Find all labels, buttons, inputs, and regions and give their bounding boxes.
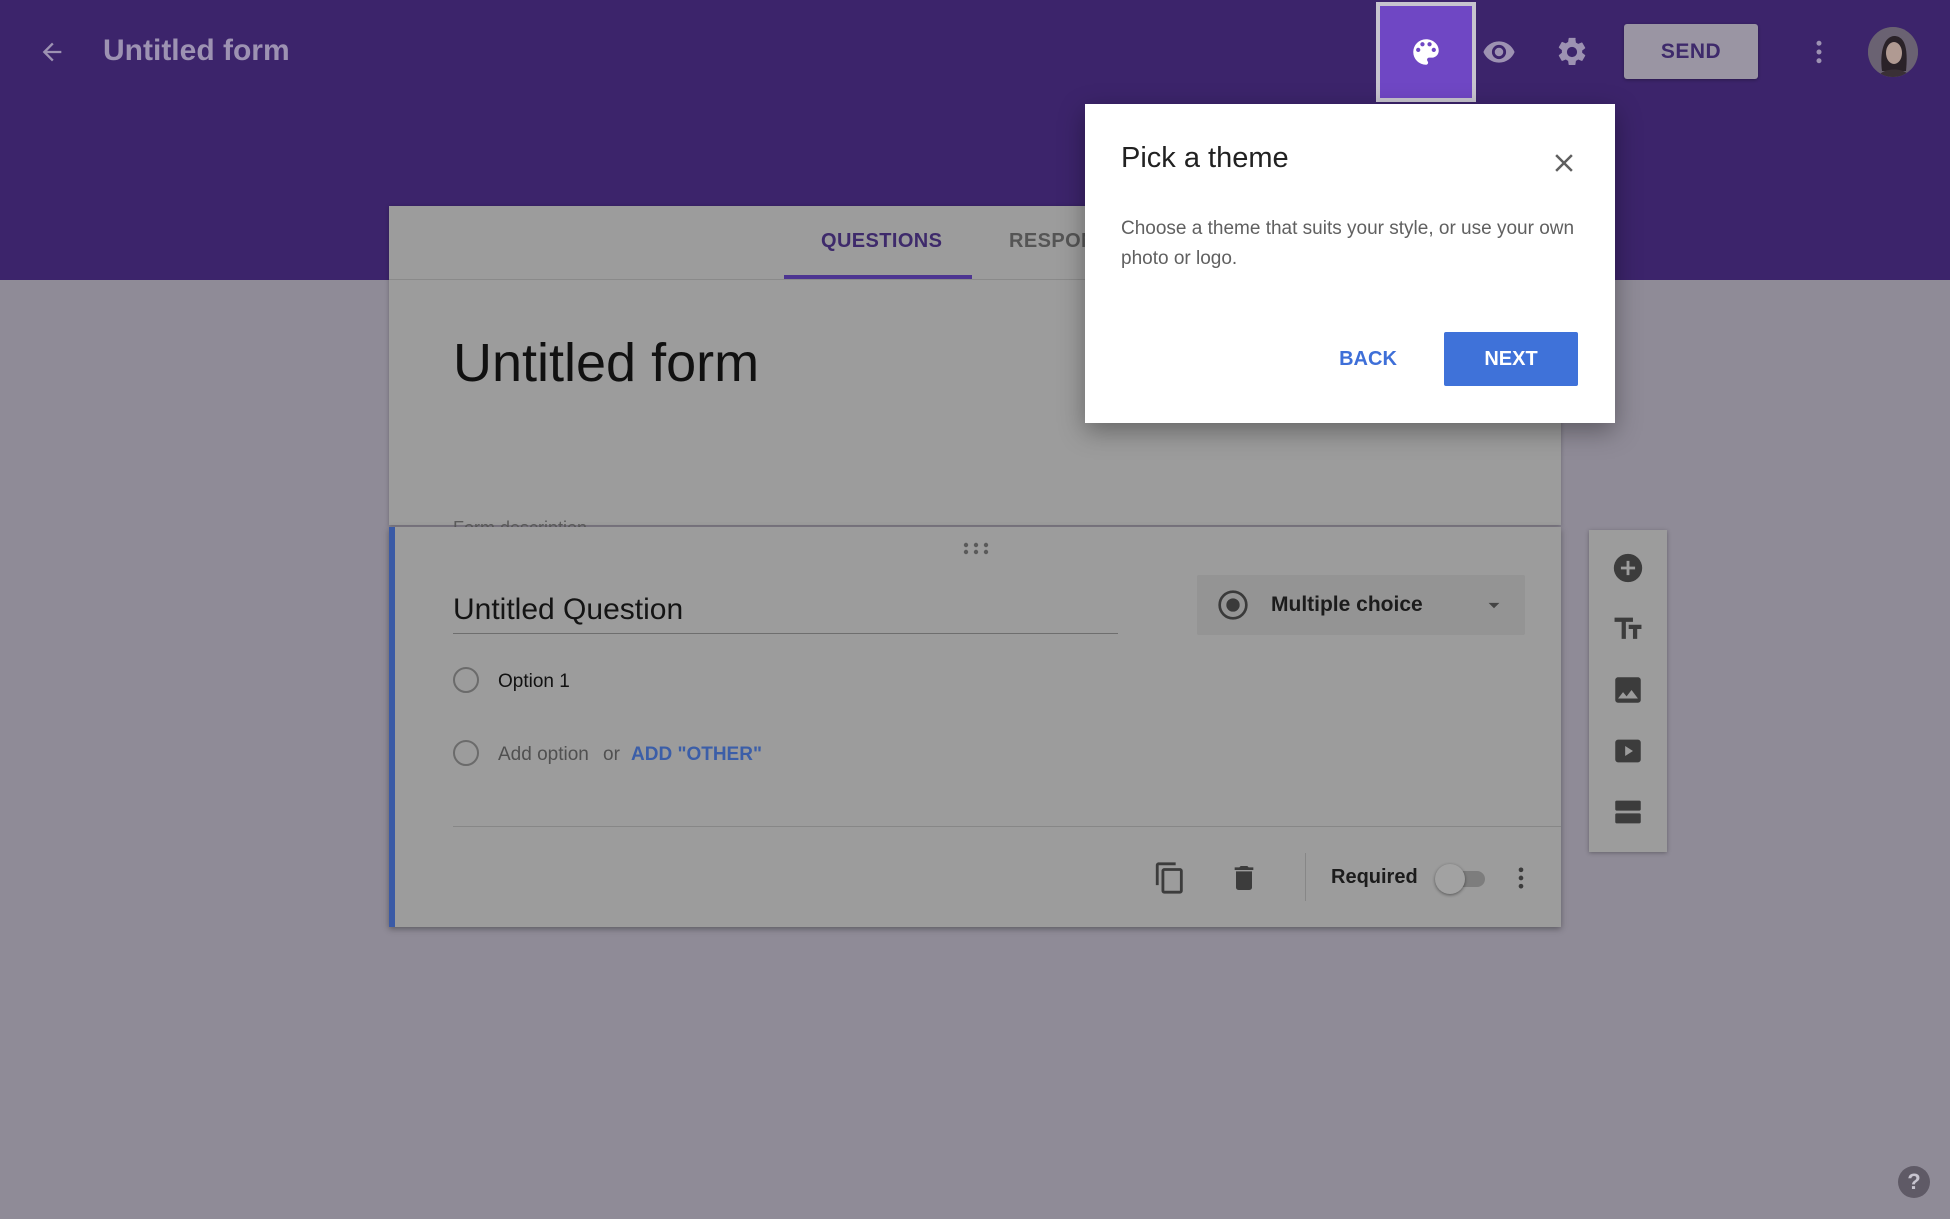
gear-icon	[1558, 37, 1586, 66]
question-type-label: Multiple choice	[1271, 593, 1423, 616]
tab-responses[interactable]: RESPON	[1009, 230, 1096, 253]
avatar[interactable]	[1868, 27, 1918, 77]
next-button[interactable]: NEXT	[1444, 332, 1578, 386]
back-button[interactable]	[30, 30, 74, 74]
question-more-button[interactable]	[1496, 853, 1546, 903]
close-icon	[1555, 154, 1573, 172]
side-toolbar	[1589, 530, 1667, 852]
send-button[interactable]: SEND	[1624, 24, 1758, 79]
more-vert-icon	[1816, 40, 1822, 64]
drag-handle-icon[interactable]	[961, 541, 991, 555]
image-icon	[1615, 677, 1641, 703]
trash-icon	[1234, 866, 1254, 890]
add-title-button[interactable]	[1605, 606, 1651, 652]
add-option-radio	[453, 740, 479, 766]
add-question-button[interactable]	[1605, 545, 1651, 591]
dialog-body: Choose a theme that suits your style, or…	[1121, 218, 1575, 269]
tab-indicator	[784, 275, 972, 279]
settings-button[interactable]	[1547, 27, 1597, 77]
dialog-title: Pick a theme	[1121, 142, 1289, 174]
add-question-icon	[1613, 553, 1643, 583]
app-title: Untitled form	[103, 34, 290, 67]
copy-icon	[1155, 862, 1183, 894]
add-section-button[interactable]	[1605, 789, 1651, 835]
palette-icon	[1413, 39, 1439, 65]
tab-questions[interactable]: QUESTIONS	[821, 230, 942, 253]
form-title[interactable]: Untitled form	[453, 332, 759, 394]
option-label[interactable]: Option 1	[498, 671, 570, 693]
chevron-down-icon	[1488, 602, 1500, 609]
question-footer-divider	[453, 826, 1561, 827]
top-bar: Untitled form SEND	[0, 0, 1950, 104]
required-toggle[interactable]	[1435, 864, 1485, 894]
back-button-dialog[interactable]: BACK	[1319, 332, 1417, 386]
add-image-button[interactable]	[1605, 667, 1651, 713]
add-video-button[interactable]	[1605, 728, 1651, 774]
video-icon	[1615, 739, 1641, 763]
toggle-thumb	[1435, 864, 1465, 894]
theme-dialog: Pick a theme Choose a theme that suits y…	[1085, 104, 1615, 423]
back-arrow-icon	[42, 42, 62, 62]
footer-vertical-divider	[1305, 853, 1306, 901]
palette-button[interactable]	[1376, 2, 1476, 102]
question-title-input[interactable]: Untitled Question	[453, 593, 1118, 634]
add-option-field[interactable]: Add option	[498, 744, 589, 766]
delete-button[interactable]	[1219, 853, 1269, 903]
preview-button[interactable]	[1474, 27, 1524, 77]
radio-button-icon	[1218, 590, 1248, 620]
duplicate-button[interactable]	[1145, 853, 1195, 903]
more-options-button[interactable]	[1794, 27, 1844, 77]
question-accent-bar	[389, 527, 395, 927]
required-label: Required	[1331, 866, 1418, 888]
or-text: or	[603, 744, 620, 765]
profile-photo-icon	[1868, 27, 1918, 77]
add-other-link[interactable]: ADD "OTHER"	[631, 744, 762, 766]
option-radio[interactable]	[453, 667, 479, 693]
eye-icon	[1483, 41, 1515, 63]
section-icon	[1615, 800, 1641, 824]
more-vert-icon	[1518, 867, 1524, 889]
dialog-close-button[interactable]	[1541, 140, 1587, 186]
question-type-dropdown[interactable]: Multiple choice	[1197, 575, 1525, 635]
title-text-icon	[1614, 617, 1642, 639]
help-button[interactable]: ?	[1898, 1166, 1930, 1198]
question-card[interactable]: Untitled Question Multiple choice Option…	[389, 527, 1561, 927]
